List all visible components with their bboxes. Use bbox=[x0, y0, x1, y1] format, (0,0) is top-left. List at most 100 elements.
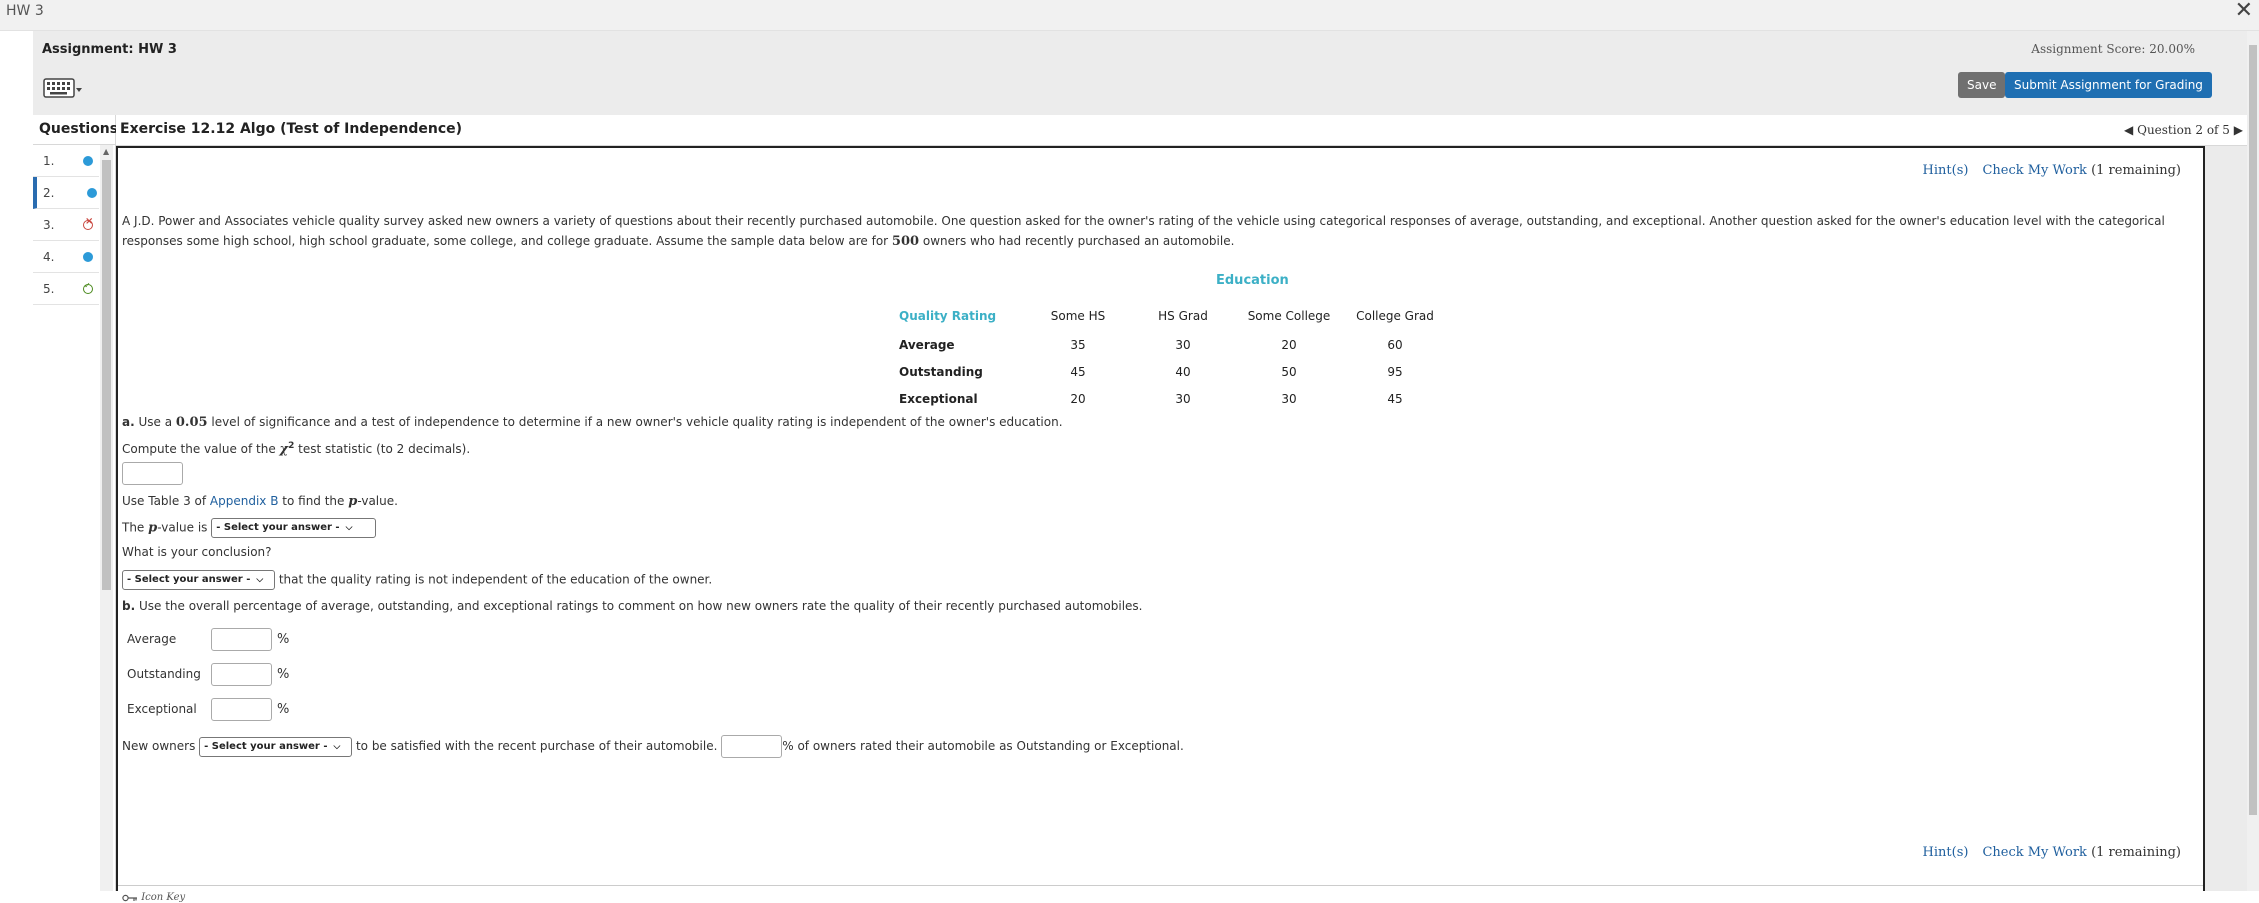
question-item-1[interactable]: 1. bbox=[33, 145, 99, 177]
footer-divider bbox=[118, 885, 2203, 886]
p-symbol: p bbox=[348, 494, 358, 509]
scroll-up-icon[interactable]: ▲ bbox=[103, 147, 109, 156]
table-row: Average 35 30 20 60 bbox=[899, 331, 1447, 358]
summary-text: to be satisfied with the recent purchase… bbox=[352, 739, 722, 753]
page-scrollbar-thumb[interactable] bbox=[2249, 45, 2257, 815]
average-percent-input[interactable] bbox=[211, 628, 272, 651]
percent-label: Outstanding bbox=[127, 667, 201, 681]
check-my-work-link[interactable]: Check My Work bbox=[1982, 845, 2087, 860]
prev-question-icon[interactable]: ◀ bbox=[2124, 123, 2133, 137]
contingency-table: Quality Rating Some HS HS Grad Some Coll… bbox=[899, 301, 1447, 412]
question-number: 2. bbox=[43, 186, 55, 200]
scrollbar-thumb[interactable] bbox=[102, 160, 111, 590]
p-symbol: p bbox=[148, 520, 158, 536]
next-question-icon[interactable]: ▶ bbox=[2234, 123, 2243, 137]
hint-row-bottom: Hint(s) Check My Work (1 remaining) bbox=[1923, 845, 2181, 860]
select-value: - Select your answer - bbox=[216, 522, 340, 533]
check-my-work-link[interactable]: Check My Work bbox=[1982, 163, 2087, 178]
keyboard-icon[interactable] bbox=[43, 76, 83, 100]
question-item-2[interactable]: 2. bbox=[33, 177, 99, 209]
intro-line-1: A J.D. Power and Associates vehicle qual… bbox=[122, 214, 2165, 228]
satisfaction-select[interactable]: - Select your answer - ⌵ bbox=[199, 736, 353, 757]
row-label: Average bbox=[899, 337, 955, 352]
chi-square-input[interactable] bbox=[122, 462, 183, 485]
key-icon bbox=[122, 894, 137, 901]
percent-sign: % bbox=[277, 632, 290, 647]
status-dot-icon bbox=[83, 156, 93, 166]
column-header: Some College bbox=[1247, 309, 1331, 323]
exercise-header: Exercise 12.12 Algo (Test of Independenc… bbox=[116, 115, 2253, 146]
table-cell: 30 bbox=[1281, 391, 1297, 406]
table-cell: 20 bbox=[1070, 391, 1086, 406]
question-nav[interactable]: ◀ Question 2 of 5 ▶ bbox=[2124, 123, 2243, 137]
question-item-3[interactable]: 3. bbox=[33, 209, 99, 241]
percent-sign: % bbox=[277, 702, 290, 717]
icon-key-label: Icon Key bbox=[141, 892, 186, 903]
status-dot-icon bbox=[87, 188, 97, 198]
close-icon[interactable]: ✕ bbox=[2235, 0, 2253, 23]
column-header: HS Grad bbox=[1158, 309, 1208, 323]
assignment-header: Assignment: HW 3 Assignment Score: 20.00… bbox=[33, 31, 2253, 115]
question-number: 4. bbox=[43, 250, 55, 264]
chevron-down-icon: ⌵ bbox=[333, 741, 341, 752]
page-scrollbar[interactable] bbox=[2247, 31, 2259, 891]
window-titlebar: HW 3 ✕ bbox=[0, 0, 2259, 31]
conclusion-question: What is your conclusion? bbox=[122, 545, 272, 559]
part-a-text: Use a bbox=[134, 415, 176, 429]
conclusion-row: - Select your answer - ⌵ that the quality… bbox=[122, 570, 712, 590]
outstanding-percent-input[interactable] bbox=[211, 663, 272, 686]
p-value-select[interactable]: - Select your answer - ⌵ bbox=[211, 518, 377, 538]
question-number: 3. bbox=[43, 218, 55, 232]
p-value-row: The p-value is - Select your answer - ⌵ bbox=[122, 518, 377, 538]
question-item-4[interactable]: 4. bbox=[33, 241, 99, 273]
question-item-5[interactable]: 5. bbox=[33, 273, 99, 305]
conclusion-select[interactable]: - Select your answer - ⌵ bbox=[122, 570, 275, 590]
icon-key[interactable]: Icon Key bbox=[122, 892, 185, 903]
status-dot-icon bbox=[83, 252, 93, 262]
part-b-text: Use the overall percentage of average, o… bbox=[135, 599, 1143, 613]
appendix-text: to find the bbox=[278, 494, 349, 508]
sidebar-scrollbar[interactable]: ▲ bbox=[100, 145, 113, 891]
remaining-count: (1 remaining) bbox=[2091, 845, 2181, 860]
table-header-row: Quality Rating Some HS HS Grad Some Coll… bbox=[899, 301, 1447, 331]
exercise-body: Hint(s) Check My Work (1 remaining) A J.D… bbox=[116, 146, 2205, 903]
row-label: Exceptional bbox=[899, 391, 978, 406]
compute-text: Compute the value of the bbox=[122, 442, 280, 456]
table-cell: 40 bbox=[1175, 364, 1191, 379]
window-title: HW 3 bbox=[6, 3, 44, 19]
appendix-b-link[interactable]: Appendix B bbox=[210, 494, 279, 508]
hint-row-top: Hint(s) Check My Work (1 remaining) bbox=[1923, 163, 2181, 178]
assignment-title: Assignment: HW 3 bbox=[42, 42, 177, 57]
hints-link[interactable]: Hint(s) bbox=[1923, 163, 1969, 178]
correct-check-icon bbox=[83, 281, 93, 294]
assignment-frame: Assignment: HW 3 Assignment Score: 20.00… bbox=[33, 31, 2259, 903]
compute-chi-square-prompt: Compute the value of the χ2 test statist… bbox=[122, 441, 470, 457]
question-number: 1. bbox=[43, 154, 55, 168]
part-a-text: level of significance and a test of inde… bbox=[207, 415, 1063, 429]
remaining-count: (1 remaining) bbox=[2091, 163, 2181, 178]
education-group-label: Education bbox=[1216, 273, 1289, 288]
outstanding-exceptional-percent-input[interactable] bbox=[721, 735, 783, 758]
question-number: 5. bbox=[43, 282, 55, 296]
save-button[interactable]: Save bbox=[1958, 72, 2006, 98]
exceptional-percent-input[interactable] bbox=[211, 698, 272, 721]
submit-assignment-button[interactable]: Submit Assignment for Grading bbox=[2005, 72, 2212, 98]
questions-sidebar: Questions 1. 2. 3. 4. 5. bbox=[33, 115, 118, 891]
conclusion-text: that the quality rating is not independe… bbox=[275, 572, 713, 587]
part-b-label: b. bbox=[122, 599, 136, 613]
row-label: Outstanding bbox=[899, 364, 983, 379]
p-value-text: -value is bbox=[157, 520, 212, 535]
part-a-label: a. bbox=[122, 415, 135, 429]
hints-link[interactable]: Hint(s) bbox=[1923, 845, 1969, 860]
questions-header: Questions bbox=[33, 115, 118, 145]
chevron-down-icon: ⌵ bbox=[345, 523, 353, 533]
appendix-prompt: Use Table 3 of Appendix B to find the p-… bbox=[122, 494, 398, 509]
column-header: Some HS bbox=[1050, 309, 1106, 323]
table-row: Outstanding 45 40 50 95 bbox=[899, 358, 1447, 385]
summary-text: New owners bbox=[122, 739, 200, 753]
table-cell: 95 bbox=[1387, 364, 1403, 379]
appendix-text: -value. bbox=[357, 494, 398, 508]
table-cell: 20 bbox=[1281, 337, 1297, 352]
part-a-prompt: a. Use a 0.05 level of significance and … bbox=[122, 415, 1063, 430]
percent-row-outstanding: Outstanding% bbox=[127, 663, 289, 686]
